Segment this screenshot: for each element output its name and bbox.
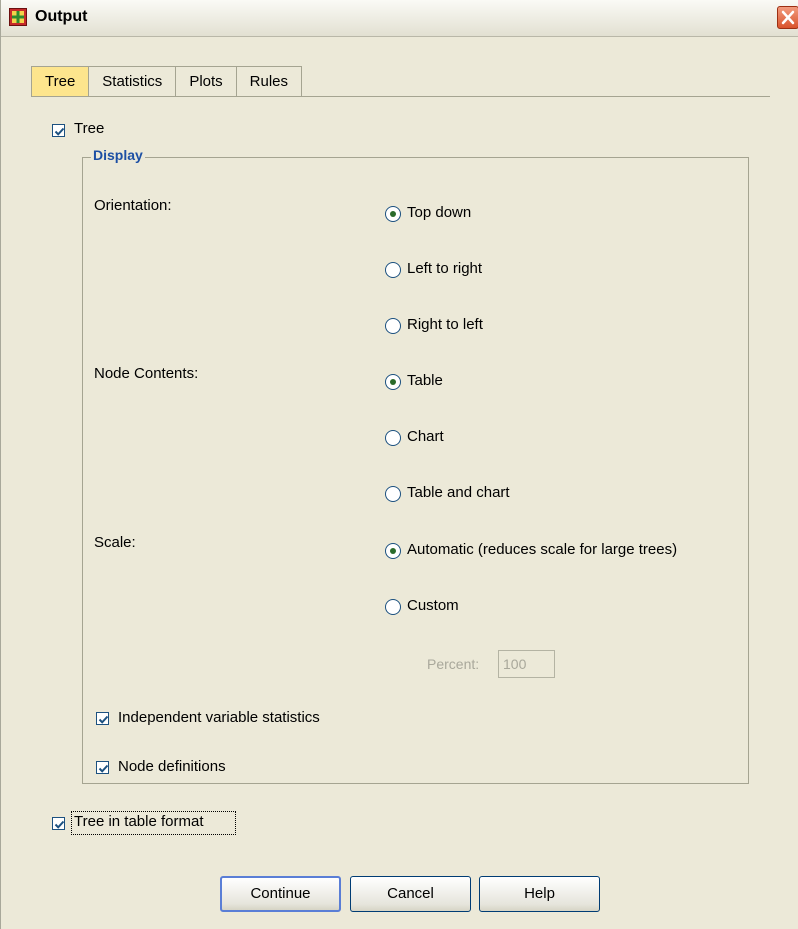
radio-right-to-left-label: Right to left [407, 316, 483, 333]
tab-strip: Tree Statistics Plots Rules [31, 66, 303, 97]
radio-left-to-right[interactable] [385, 262, 401, 278]
check-icon [54, 127, 65, 136]
radio-table[interactable] [385, 374, 401, 390]
tab-statistics[interactable]: Statistics [88, 66, 177, 97]
tree-in-table-format-checkbox[interactable] [52, 817, 65, 830]
display-group-title: Display [91, 147, 145, 163]
radio-dot-icon [390, 548, 396, 554]
radio-table-and-chart[interactable] [385, 486, 401, 502]
tree-checkbox-label: Tree [74, 120, 105, 137]
radio-automatic[interactable] [385, 543, 401, 559]
check-icon [98, 764, 109, 773]
window-title: Output [35, 8, 88, 25]
node-definitions-label: Node definitions [118, 758, 226, 775]
radio-custom[interactable] [385, 599, 401, 615]
tab-tree[interactable]: Tree [31, 66, 90, 97]
radio-dot-icon [390, 379, 396, 385]
radio-chart[interactable] [385, 430, 401, 446]
radio-automatic-label: Automatic (reduces scale for large trees… [407, 541, 678, 558]
tree-checkbox[interactable] [52, 124, 65, 137]
radio-top-down[interactable] [385, 206, 401, 222]
radio-chart-label: Chart [407, 428, 444, 445]
radio-right-to-left[interactable] [385, 318, 401, 334]
close-icon [781, 10, 795, 25]
node-contents-label: Node Contents: [94, 365, 199, 382]
output-dialog: Output Tree Statistics Plots Rules Tree … [0, 0, 798, 929]
continue-button[interactable]: Continue [220, 876, 341, 912]
node-definitions-checkbox[interactable] [96, 761, 109, 774]
tab-rules[interactable]: Rules [235, 66, 303, 97]
independent-variable-statistics-label: Independent variable statistics [118, 709, 320, 726]
percent-input[interactable]: 100 [498, 650, 555, 678]
check-icon [54, 820, 65, 829]
cancel-button[interactable]: Cancel [350, 876, 471, 912]
percent-label: Percent: [427, 656, 480, 672]
radio-top-down-label: Top down [407, 204, 472, 221]
check-icon [98, 715, 109, 724]
app-icon [9, 8, 27, 26]
tree-in-table-format-label: Tree in table format [74, 813, 204, 830]
tab-divider [31, 96, 770, 97]
help-button[interactable]: Help [479, 876, 600, 912]
display-groupbox [82, 157, 749, 784]
tab-plots[interactable]: Plots [175, 66, 237, 97]
radio-custom-label: Custom [407, 597, 459, 614]
radio-table-label: Table [407, 372, 443, 389]
radio-left-to-right-label: Left to right [407, 260, 483, 277]
scale-label: Scale: [94, 534, 136, 551]
orientation-label: Orientation: [94, 197, 172, 214]
close-button[interactable] [777, 6, 798, 29]
title-bar: Output [1, 0, 798, 37]
independent-variable-statistics-checkbox[interactable] [96, 712, 109, 725]
radio-table-and-chart-label: Table and chart [407, 484, 510, 501]
radio-dot-icon [390, 211, 396, 217]
